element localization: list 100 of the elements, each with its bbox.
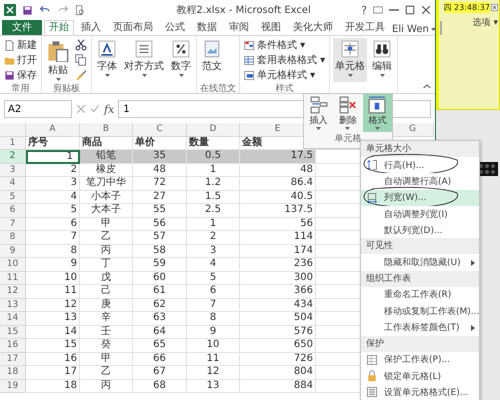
table-cell: 1.5	[187, 190, 240, 204]
column-title: 序号	[26, 136, 80, 150]
menu-section-title: 单元格大小	[361, 141, 479, 157]
table-cell: 17.5	[240, 150, 316, 164]
window-title: 教程2.xlsx - Microsoft Excel	[175, 4, 312, 17]
table-cell: 8	[187, 312, 240, 326]
table-cell: 2	[26, 164, 80, 177]
table-cell: 35	[133, 150, 187, 164]
group-label: 剪贴板	[52, 82, 81, 94]
table-cell: 6	[187, 285, 240, 298]
table-cell: 504	[240, 312, 316, 326]
table-cell: 9	[187, 326, 240, 339]
table-cell: 804	[240, 366, 316, 380]
table-cell: 61	[133, 285, 187, 298]
table-cell: 丙	[80, 244, 133, 258]
table-cell: 5	[26, 204, 80, 218]
group-label: 样式	[274, 82, 295, 94]
table-cell: 庚	[80, 298, 133, 312]
menu-section-title: 保护	[361, 336, 479, 352]
table-cell: 3	[26, 177, 80, 190]
table-cell: 56	[133, 218, 187, 231]
group-label: 在线范文	[200, 82, 236, 94]
group-label: 单元格	[334, 132, 362, 144]
table-cell: 72	[133, 177, 187, 190]
table-cell: 576	[240, 326, 316, 339]
table-cell: 2	[187, 231, 240, 244]
column-title: 单价	[133, 136, 187, 150]
table-cell: 12	[187, 366, 240, 380]
table-cell: 11	[187, 352, 240, 366]
table-cell: 己	[80, 285, 133, 298]
table-cell: 64	[133, 326, 187, 339]
table-cell: 10	[187, 339, 240, 352]
table-cell: 13	[187, 380, 240, 393]
table-cell: 58	[133, 244, 187, 258]
table-cell: 小本子	[80, 190, 133, 204]
table-cell: 0.5	[187, 150, 240, 164]
clock-time: 四 23:48:37	[444, 2, 490, 13]
table-cell: 乙	[80, 231, 133, 244]
table-cell: 13	[26, 312, 80, 326]
table-cell: 366	[240, 285, 316, 298]
table-cell: 137.5	[240, 204, 316, 218]
menu-section-title: 可见性	[361, 238, 479, 254]
table-cell: 铅笔	[80, 150, 133, 164]
table-cell: 7	[26, 231, 80, 244]
table-cell: 86.4	[240, 177, 316, 190]
column-title: 商品	[80, 136, 133, 150]
table-cell: 66	[133, 352, 187, 366]
table-cell: 48	[133, 164, 187, 177]
column-title: 数量	[187, 136, 240, 150]
table-cell: 884	[240, 380, 316, 393]
table-cell: 乙	[80, 366, 133, 380]
table-cell: 3	[187, 244, 240, 258]
table-cell: 63	[133, 312, 187, 326]
table-cell: 癸	[80, 339, 133, 352]
table-cell: 48	[240, 164, 316, 177]
table-cell: 戊	[80, 272, 133, 285]
table-cell: 60	[133, 272, 187, 285]
table-cell: 57	[133, 231, 187, 244]
table-cell: 726	[240, 352, 316, 366]
table-cell: 434	[240, 298, 316, 312]
table-cell: 8	[26, 244, 80, 258]
table-cell: 2.5	[187, 204, 240, 218]
menu-section-title: 组织工作表	[361, 270, 479, 287]
table-cell: 壬	[80, 326, 133, 339]
table-cell: 7	[187, 298, 240, 312]
table-cell: 67	[133, 366, 187, 380]
table-cell: 10	[26, 272, 80, 285]
table-cell: 11	[26, 285, 80, 298]
table-cell: 114	[240, 231, 316, 244]
table-cell: 1	[187, 218, 240, 231]
table-cell: 4	[26, 190, 80, 204]
table-cell: 55	[133, 204, 187, 218]
table-cell: 650	[240, 339, 316, 352]
table-cell: 1	[187, 164, 240, 177]
table-cell: 300	[240, 272, 316, 285]
table-cell: 橡皮	[80, 164, 133, 177]
table-cell: 4	[187, 258, 240, 272]
table-cell: 12	[26, 298, 80, 312]
table-cell: 甲	[80, 352, 133, 366]
table-cell: 1.2	[187, 177, 240, 190]
table-cell: 62	[133, 298, 187, 312]
table-cell: 大本子	[80, 204, 133, 218]
group-label: 常用	[10, 82, 30, 94]
table-cell: 15	[26, 339, 80, 352]
table-cell: 辛	[80, 312, 133, 326]
table-cell: 56	[240, 218, 316, 231]
table-cell: 6	[26, 218, 80, 231]
table-cell: 甲	[80, 218, 133, 231]
table-cell: 59	[133, 258, 187, 272]
table-cell: 丁	[80, 258, 133, 272]
table-cell: 65	[133, 339, 187, 352]
table-cell: 16	[26, 352, 80, 366]
table-cell: 17	[26, 366, 80, 380]
table-cell: 9	[26, 258, 80, 272]
table-cell: 5	[187, 272, 240, 285]
table-cell: 174	[240, 244, 316, 258]
table-cell: 40.5	[240, 190, 316, 204]
table-cell: 14	[26, 326, 80, 339]
table-cell: 68	[133, 380, 187, 393]
table-cell: 1	[26, 150, 80, 164]
